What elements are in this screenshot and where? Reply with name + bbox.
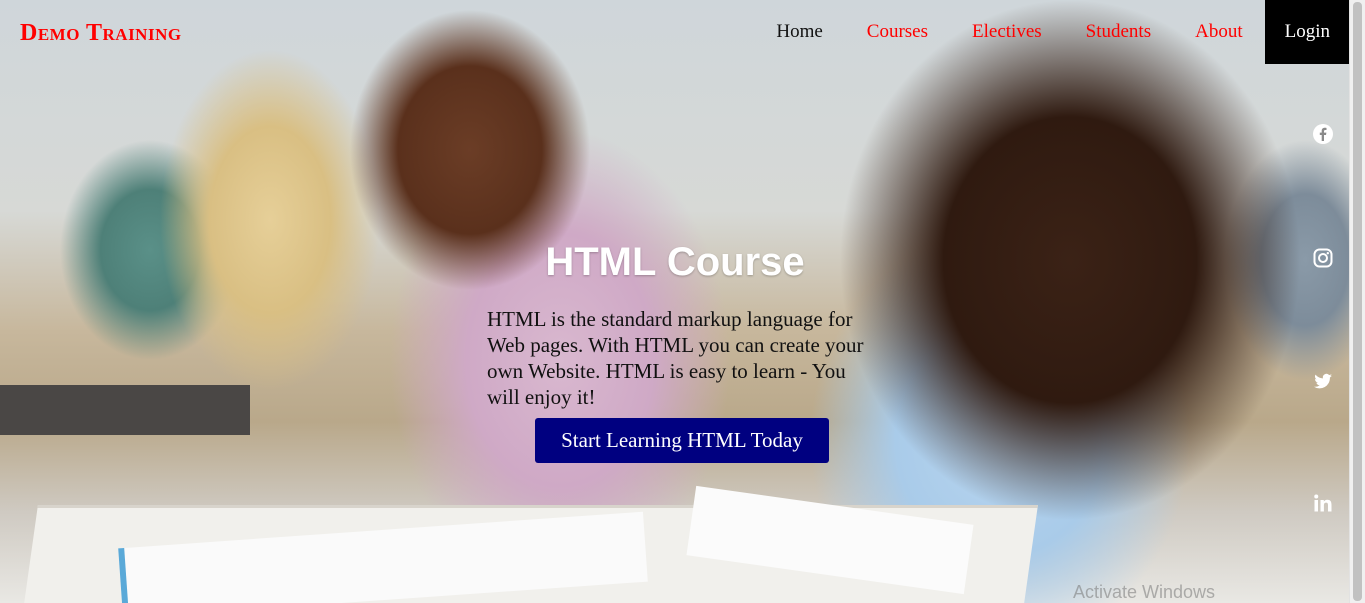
activate-windows-watermark: Activate Windows bbox=[1073, 582, 1216, 602]
nav-link-courses[interactable]: Courses bbox=[845, 0, 950, 64]
nav-link-home[interactable]: Home bbox=[754, 0, 844, 64]
page: Demo Training Home Courses Electives Stu… bbox=[0, 0, 1365, 603]
twitter-icon[interactable] bbox=[1313, 371, 1333, 391]
vertical-scrollbar[interactable] bbox=[1349, 0, 1365, 603]
site-logo[interactable]: Demo Training bbox=[20, 20, 182, 47]
hero-description: HTML is the standard markup language for… bbox=[487, 307, 864, 409]
nav-link-electives[interactable]: Electives bbox=[950, 0, 1064, 64]
nav-link-about[interactable]: About bbox=[1173, 0, 1265, 64]
nav-link-students[interactable]: Students bbox=[1064, 0, 1173, 64]
background-desk-left bbox=[0, 385, 250, 435]
facebook-icon[interactable] bbox=[1313, 124, 1333, 144]
scrollbar-thumb[interactable] bbox=[1353, 2, 1362, 601]
main-nav: Home Courses Electives Students About Lo… bbox=[754, 0, 1350, 64]
start-learning-button[interactable]: Start Learning HTML Today bbox=[535, 418, 829, 463]
linkedin-icon[interactable] bbox=[1313, 493, 1333, 513]
hero-title: HTML Course bbox=[545, 240, 805, 284]
login-button[interactable]: Login bbox=[1264, 0, 1350, 64]
